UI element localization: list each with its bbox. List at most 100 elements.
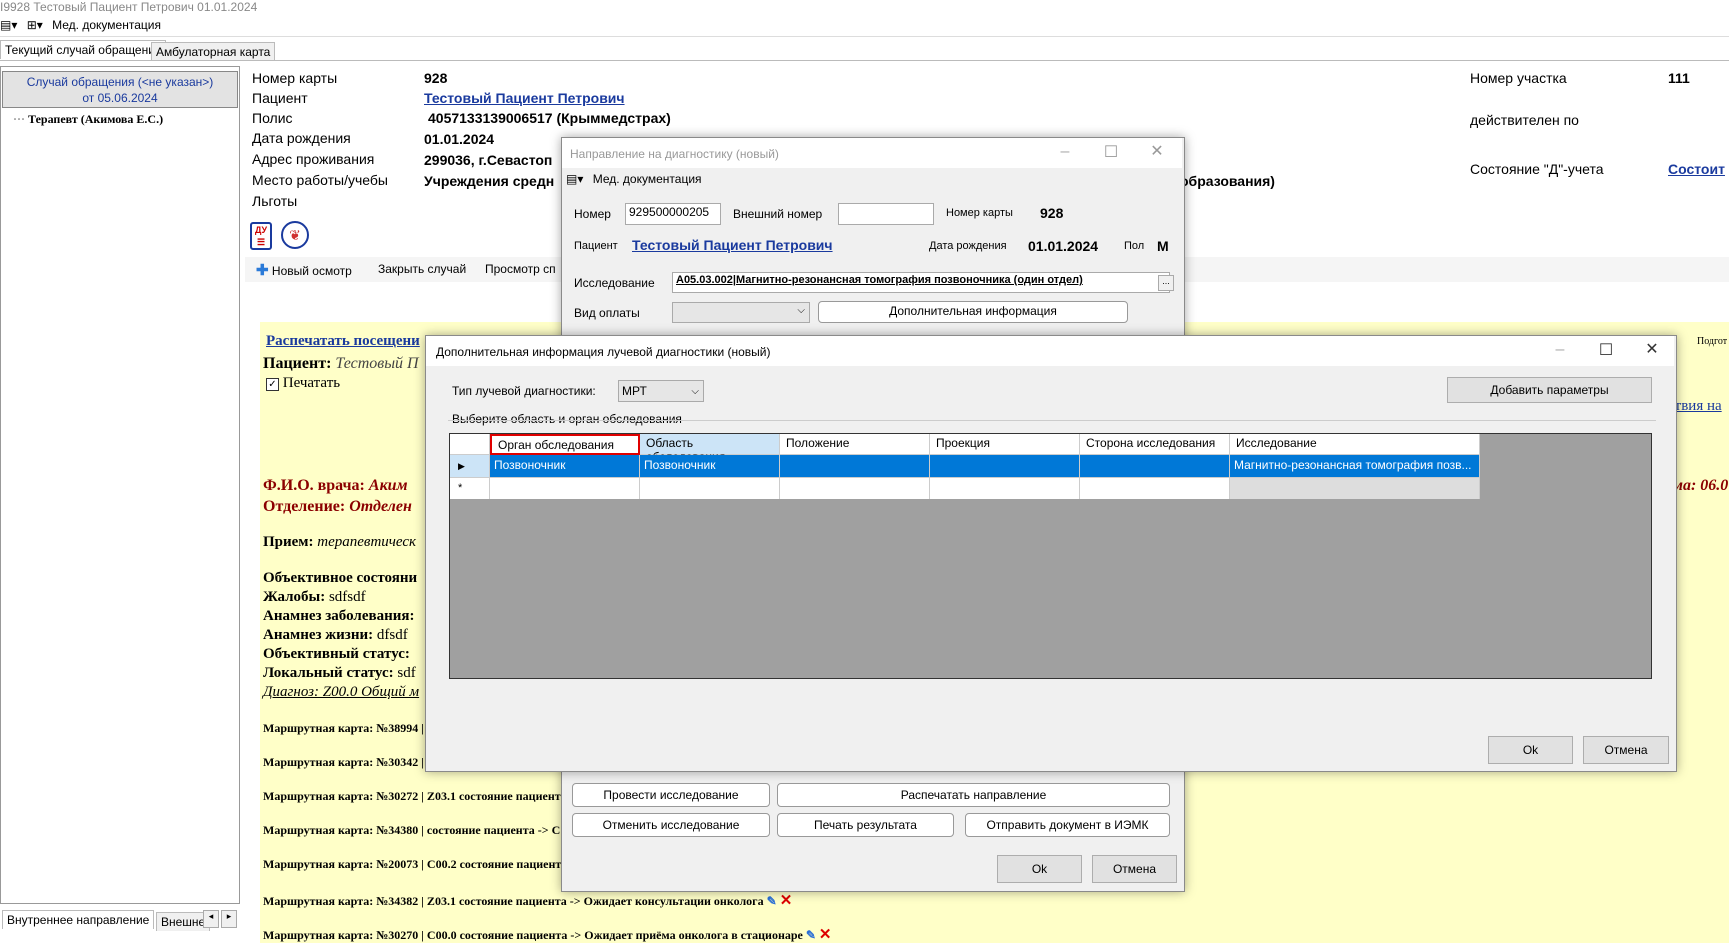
new-cell[interactable]: [930, 478, 1080, 499]
work-label: Место работы/учебы: [252, 172, 388, 188]
delete-icon[interactable]: ✕: [780, 893, 793, 909]
print-visits-link[interactable]: Распечатать посещени: [266, 333, 420, 350]
patient-link[interactable]: Тестовый Пациент Петрович: [424, 90, 625, 106]
cell-side[interactable]: [1080, 455, 1230, 477]
complaints-line: Жалобы: sdfsdf: [263, 589, 366, 605]
col-area[interactable]: Область обследования: [640, 434, 780, 464]
tab-ambulatory-card[interactable]: Амбулаторная карта: [151, 42, 276, 61]
tab-internal-direction[interactable]: Внутреннее направление: [2, 910, 155, 929]
cancel-study-button[interactable]: Отменить исследование: [572, 813, 770, 837]
route-card-5: Маршрутная карта: №20073 | C00.2 состоян…: [263, 857, 562, 871]
checkbox-checked-icon[interactable]: ✓: [266, 378, 279, 391]
dialog-menu: ▤▾ Мед. документация: [566, 172, 702, 186]
dialog-card-value: 928: [1040, 205, 1064, 221]
policy-label: Полис: [252, 110, 293, 126]
print-menu-icon[interactable]: ▤▾: [566, 172, 583, 186]
district-label: Номер участка: [1470, 70, 1567, 86]
close-icon[interactable]: ✕: [1147, 141, 1167, 161]
med-docs-menu[interactable]: Мед. документация: [52, 18, 161, 32]
close-icon[interactable]: ✕: [1642, 339, 1662, 359]
radiology-cancel-button[interactable]: Отмена: [1583, 736, 1669, 764]
add-params-button[interactable]: Добавить параметры: [1447, 377, 1652, 403]
tab-scroll-right-icon[interactable]: ▸: [221, 910, 237, 928]
doctor-line: Ф.И.О. врача: Аким: [263, 477, 408, 494]
new-cell[interactable]: [640, 478, 780, 499]
table-row[interactable]: Позвоночник Позвоночник Магнитно-резонан…: [490, 455, 1480, 477]
print-checkbox[interactable]: ✓ Печатать: [266, 375, 340, 392]
print-direction-button[interactable]: Распечатать направление: [777, 783, 1170, 807]
dialog-patient-label: Пациент: [574, 240, 618, 252]
direction-ok-button[interactable]: Ok: [997, 855, 1082, 883]
prepared-text: Подгот: [1697, 336, 1728, 347]
edit-icon[interactable]: ✎: [767, 894, 777, 908]
minimize-icon[interactable]: –: [1550, 341, 1570, 359]
extra-info-button[interactable]: Дополнительная информация: [818, 301, 1128, 323]
objective-status-line: Объективный статус:: [263, 646, 410, 662]
minimize-icon[interactable]: –: [1055, 143, 1075, 161]
edit-icon[interactable]: ✎: [806, 928, 816, 942]
work-value: Учреждения средн: [424, 173, 555, 189]
benefits-label: Льготы: [252, 193, 298, 209]
new-cell[interactable]: [1080, 478, 1230, 499]
new-exam-button[interactable]: ✚ Новый осмотр: [256, 261, 352, 279]
close-case-button[interactable]: Закрыть случай: [378, 262, 466, 276]
delete-icon[interactable]: ✕: [819, 927, 832, 943]
tree-item-therapist[interactable]: ··· Терапевт (Акимова Е.С.): [13, 112, 239, 127]
study-input[interactable]: A05.03.002|Магнитно-резонансная томограф…: [672, 272, 1170, 293]
organ-grid: Орган обследования Область обследования …: [449, 433, 1652, 679]
case-header[interactable]: Случай обращения (<не указан>) от 05.06.…: [2, 71, 238, 108]
radiology-ok-button[interactable]: Ok: [1488, 736, 1573, 764]
view-button[interactable]: Просмотр сп: [485, 262, 556, 276]
patient-label: Пациент: [252, 90, 308, 106]
cell-organ[interactable]: Позвоночник: [490, 455, 640, 477]
cell-study[interactable]: Магнитно-резонансная томография позв...: [1230, 455, 1480, 477]
conduct-study-button[interactable]: Провести исследование: [572, 783, 770, 807]
dialog-birth-value: 01.01.2024: [1028, 238, 1099, 254]
new-cell[interactable]: [1230, 478, 1480, 499]
col-position[interactable]: Положение: [780, 434, 930, 455]
print-menu-icon[interactable]: ▤▾: [0, 18, 17, 32]
send-iemk-button[interactable]: Отправить документ в ИЭМК: [965, 813, 1170, 837]
group-label: Выберите область и орган обследования: [452, 412, 682, 426]
new-cell[interactable]: [780, 478, 930, 499]
print-result-button[interactable]: Печать результата: [777, 813, 954, 837]
cell-area[interactable]: Позвоночник: [640, 455, 780, 477]
col-projection[interactable]: Проекция: [930, 434, 1080, 455]
dialog-card-label: Номер карты: [946, 207, 1013, 219]
anamnesis-line: Анамнез заболевания:: [263, 608, 415, 624]
cell-projection[interactable]: [930, 455, 1080, 477]
maximize-icon[interactable]: ☐: [1101, 142, 1121, 162]
tab-current-case[interactable]: Текущий случай обращения: [0, 40, 167, 59]
direction-dialog-title: Направление на диагностику (новый): [570, 147, 779, 161]
tools-menu-icon[interactable]: ⊞▾: [27, 18, 43, 32]
number-input[interactable]: 929500000205: [625, 203, 721, 225]
route-card-6: Маршрутная карта: №34382 | Z03.1 состоян…: [263, 893, 793, 909]
reception-line: Прием: терапевтическ: [263, 534, 417, 550]
tab-scroll-left-icon[interactable]: ◂: [203, 910, 219, 928]
study-ellipsis-button[interactable]: ...: [1158, 275, 1174, 291]
col-study[interactable]: Исследование: [1230, 434, 1480, 455]
menu-divider: [0, 36, 1729, 37]
new-row[interactable]: [490, 477, 1480, 499]
chevron-down-icon: ⌵: [797, 305, 805, 316]
type-select[interactable]: МРТ ⌵: [618, 380, 704, 402]
dispensary-icon[interactable]: ДУ ☰: [250, 222, 272, 250]
dialog-patient-link[interactable]: Тестовый Пациент Петрович: [632, 237, 833, 253]
group-box-border: [448, 420, 1656, 421]
cell-position[interactable]: [780, 455, 930, 477]
dialog-med-docs-menu[interactable]: Мед. документация: [593, 172, 702, 186]
dialog-birth-label: Дата рождения: [929, 240, 1007, 252]
payment-select[interactable]: ⌵: [672, 302, 810, 323]
d-status-link[interactable]: Состоит: [1668, 161, 1725, 177]
lungs-icon[interactable]: ❦: [281, 221, 309, 249]
new-cell[interactable]: [490, 478, 640, 499]
col-side[interactable]: Сторона исследования: [1080, 434, 1230, 455]
policy-value: 4057133139006517 (Крыммедстрах): [428, 110, 671, 126]
row-pointer-icon[interactable]: ▶: [450, 455, 490, 477]
maximize-icon[interactable]: ☐: [1596, 340, 1616, 360]
ext-number-input[interactable]: [838, 203, 934, 225]
plus-icon: ✚: [256, 262, 269, 279]
col-organ[interactable]: Орган обследования: [490, 434, 640, 455]
birth-value: 01.01.2024: [424, 131, 495, 147]
direction-cancel-button[interactable]: Отмена: [1092, 855, 1177, 883]
